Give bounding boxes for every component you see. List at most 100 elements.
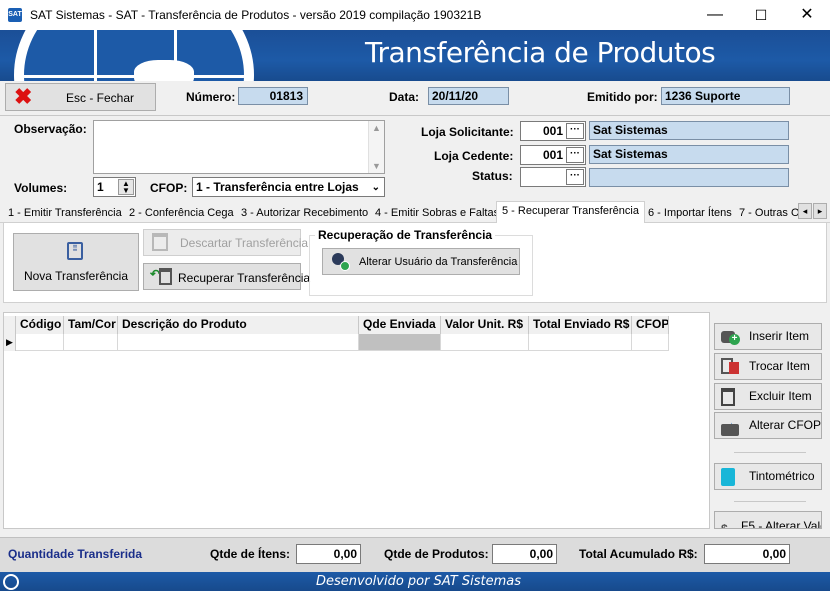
col-total-enviado[interactable]: Total Enviado R$ [529, 316, 632, 334]
quantidade-transferida-label: Quantidade Transferida [8, 547, 143, 561]
tab-scroll-right-icon[interactable]: ▸ [813, 203, 827, 219]
grid-cell[interactable] [441, 334, 529, 351]
tab-scroll-left-icon[interactable]: ◂ [798, 203, 812, 219]
developer-strip: Desenvolvido por SAT Sistemas [0, 572, 830, 591]
trocar-item-label: Trocar Item [749, 359, 810, 373]
cfop-select[interactable]: 1 - Transferência entre Lojas ⌄ [192, 177, 385, 197]
cfop-label: CFOP: [150, 181, 188, 195]
swap-item-red-icon [729, 362, 739, 374]
tab-autorizar-recebimento[interactable]: 3 - Autorizar Recebimento [235, 203, 374, 222]
globe-icon [3, 574, 19, 590]
document-list-icon: ≡ ≡ [67, 242, 83, 260]
scroll-down-icon[interactable]: ▼ [372, 161, 381, 171]
tab-importar-itens[interactable]: 6 - Importar Ítens [642, 203, 738, 222]
col-codigo[interactable]: Código [16, 316, 64, 334]
grid-cell[interactable] [16, 334, 64, 351]
tab-recuperar-transferencia[interactable]: 5 - Recuperar Transferência [496, 201, 645, 223]
title-bar: SAT SAT Sistemas - SAT - Transferência d… [0, 0, 830, 30]
numero-field[interactable]: 01813 [238, 87, 308, 105]
banner: Transferência de Produtos [0, 30, 830, 81]
inserir-item-label: Inserir Item [749, 329, 810, 343]
alterar-cfop-label: Alterar CFOP [749, 418, 822, 432]
qtde-itens-field[interactable]: 0,00 [296, 544, 361, 564]
red-x-icon: ✖ [14, 84, 33, 109]
loja-solicitante-code: 001 [543, 124, 564, 138]
chevron-down-icon[interactable]: ⌄ [372, 179, 380, 197]
volumes-value: 1 [97, 180, 104, 194]
emitido-field[interactable]: 1236 Suporte [661, 87, 790, 105]
emitido-label: Emitido por: [587, 90, 658, 104]
trocar-item-button[interactable]: Trocar Item [714, 353, 822, 380]
tintometrico-button[interactable]: Tintométrico [714, 463, 822, 490]
grid-cell[interactable] [529, 334, 632, 351]
grid-cell[interactable] [64, 334, 118, 351]
total-acumulado-field[interactable]: 0,00 [704, 544, 790, 564]
box-icon [721, 424, 739, 436]
observacao-scrollbar[interactable]: ▲ ▼ [368, 121, 384, 173]
volumes-label: Volumes: [14, 181, 68, 195]
banner-title: Transferência de Produtos [365, 36, 716, 69]
close-button[interactable]: ✕ [784, 0, 830, 30]
loja-solicitante-lookup-button[interactable]: ··· [566, 123, 584, 139]
numero-label: Número: [186, 90, 236, 104]
maximize-button[interactable]: ☐ [738, 0, 784, 30]
loja-cedente-lookup-button[interactable]: ··· [566, 147, 584, 163]
globe-logo [14, 30, 254, 81]
qtde-itens-label: Qtde de Ítens: [210, 547, 291, 561]
recuperacao-group-title: Recuperação de Transferência [315, 228, 496, 242]
tab-emitir-transferencia[interactable]: 1 - Emitir Transferência [2, 203, 128, 222]
col-qde-enviada[interactable]: Qde Enviada [359, 316, 441, 334]
grid-cell[interactable] [118, 334, 359, 351]
descartar-transferencia-button[interactable]: Descartar Transferência [143, 229, 308, 256]
loja-cedente-name: Sat Sistemas [589, 145, 789, 164]
inserir-item-button[interactable]: + Inserir Item [714, 323, 822, 350]
esc-close-button[interactable]: ✖ Esc - Fechar [5, 83, 156, 111]
col-descricao[interactable]: Descrição do Produto [118, 316, 359, 334]
tab-outras[interactable]: 7 - Outras O [733, 203, 806, 222]
loja-solicitante-name: Sat Sistemas [589, 121, 789, 140]
alterar-usuario-button[interactable]: Alterar Usuário da Transferência [322, 248, 520, 275]
alterar-usuario-label: Alterar Usuário da Transferência [359, 256, 518, 268]
alterar-valor-label: F5 - Alterar Valor [741, 519, 822, 529]
divider [734, 501, 806, 502]
grid-cell-selected[interactable] [359, 334, 441, 351]
developed-by-label: Desenvolvido por SAT Sistemas [316, 574, 522, 589]
col-cfop[interactable]: CFOP [632, 316, 669, 334]
alterar-cfop-button[interactable]: ↓ Alterar CFOP [714, 412, 822, 439]
grid-cell[interactable] [632, 334, 669, 351]
app-icon: SAT [8, 8, 22, 22]
data-field[interactable]: 20/11/20 [428, 87, 509, 105]
esc-close-label: Esc - Fechar [66, 91, 135, 105]
row-indicator-icon: ▶ [4, 334, 16, 351]
cfop-selected: 1 - Transferência entre Lojas [196, 180, 359, 194]
excluir-item-label: Excluir Item [749, 389, 812, 403]
trash-icon [152, 233, 168, 251]
descartar-transferencia-label: Descartar Transferência [180, 236, 309, 250]
excluir-item-button[interactable]: Excluir Item [714, 383, 822, 410]
volumes-field[interactable]: 1 ▲ ▼ [93, 177, 136, 197]
recuperar-transferencia-button[interactable]: ↶ Recuperar Transferência [143, 263, 310, 290]
col-tam-cor[interactable]: Tam/Cor [64, 316, 118, 334]
nova-transferencia-button[interactable]: ≡ ≡ Nova Transferência [13, 233, 139, 291]
qtde-produtos-label: Qtde de Produtos: [384, 547, 489, 561]
divider [734, 452, 806, 453]
tab-conferencia-cega[interactable]: 2 - Conferência Cega [123, 203, 240, 222]
data-label: Data: [389, 90, 420, 104]
volumes-spinner-icon[interactable]: ▲ ▼ [118, 179, 134, 195]
loja-cedente-label: Loja Cedente: [434, 149, 514, 163]
plus-icon: + [729, 334, 740, 345]
status-lookup-button[interactable]: ··· [566, 169, 584, 185]
minimize-button[interactable]: — [692, 0, 738, 30]
grid-corner [4, 316, 16, 334]
loja-cedente-code: 001 [543, 148, 564, 162]
col-valor-unit[interactable]: Valor Unit. R$ [441, 316, 529, 334]
trash-icon [159, 268, 172, 285]
alterar-valor-button[interactable]: $ F5 - Alterar Valor [714, 511, 822, 529]
scroll-up-icon[interactable]: ▲ [372, 123, 381, 133]
total-acumulado-label: Total Acumulado R$: [579, 547, 698, 561]
recuperar-transferencia-label: Recuperar Transferência [178, 271, 311, 285]
tab-emitir-sobras-faltas[interactable]: 4 - Emitir Sobras e Faltas [369, 203, 505, 222]
observacao-textarea[interactable]: ▲ ▼ [93, 120, 385, 174]
tintometrico-label: Tintométrico [749, 469, 815, 483]
qtde-produtos-field[interactable]: 0,00 [492, 544, 557, 564]
